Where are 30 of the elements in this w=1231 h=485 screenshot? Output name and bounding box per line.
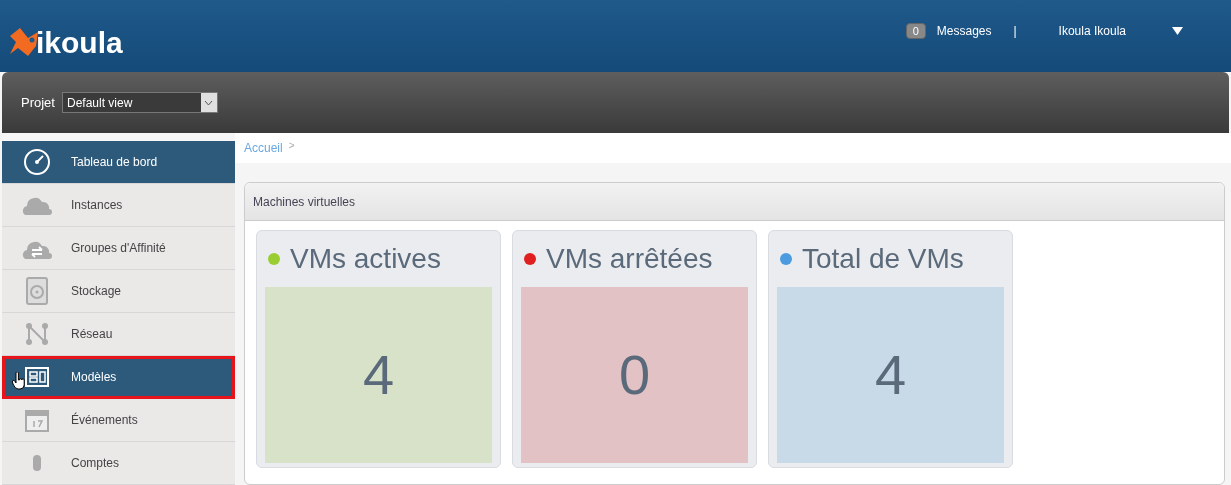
sidebar-item[interactable]: Tableau de bord: [2, 141, 235, 184]
panel-title: Machines virtuelles: [253, 193, 356, 211]
count-value: 4: [874, 342, 907, 408]
dropdown-caret-icon[interactable]: [1172, 27, 1183, 35]
breadcrumb-separator: >: [288, 139, 295, 153]
templates-icon: [23, 366, 50, 388]
count-value: 4: [362, 342, 395, 408]
sidebar-item[interactable]: Réseau: [2, 313, 235, 356]
sidebar-item[interactable]: Événements: [2, 399, 235, 442]
messages-link[interactable]: Messages: [936, 22, 992, 40]
sidebar-item[interactable]: Comptes: [2, 442, 235, 485]
user-name: Ikoula Ikoula: [1058, 23, 1126, 40]
message-count-badge: 0: [905, 23, 926, 39]
count-value: 0: [618, 342, 651, 408]
logo-text: ikoula: [36, 28, 123, 58]
calendar-icon: [24, 408, 49, 432]
project-select[interactable]: Default view: [61, 92, 218, 113]
cloud-icon: [20, 195, 53, 215]
sidebar-item[interactable]: Instances: [2, 184, 235, 227]
card-title: Total de VMs: [802, 242, 964, 276]
card-title: VMs actives: [290, 242, 441, 276]
chevron-down-icon: [204, 99, 214, 106]
separator-text: |: [1013, 23, 1017, 40]
sidebar-item[interactable]: Modèles: [2, 356, 235, 399]
gauge-icon: [22, 148, 51, 176]
sidebar-item[interactable]: Stockage: [2, 270, 235, 313]
sidebar-item[interactable]: Groupes d'Affinité: [2, 227, 235, 270]
network-icon: [24, 322, 49, 346]
card-title: VMs arrêtées: [546, 242, 713, 276]
project-label: Projet: [21, 93, 55, 112]
